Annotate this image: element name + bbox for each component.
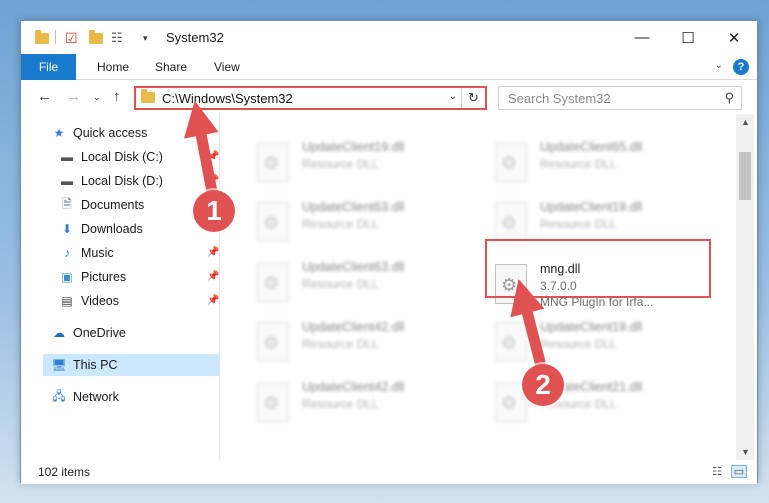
step-1-badge: 1 — [193, 190, 235, 232]
arrow-to-mng-dll — [510, 278, 546, 368]
annotation-arrows — [183, 100, 546, 368]
arrow-to-address-bar — [183, 100, 219, 198]
step-2-badge: 2 — [522, 364, 564, 406]
